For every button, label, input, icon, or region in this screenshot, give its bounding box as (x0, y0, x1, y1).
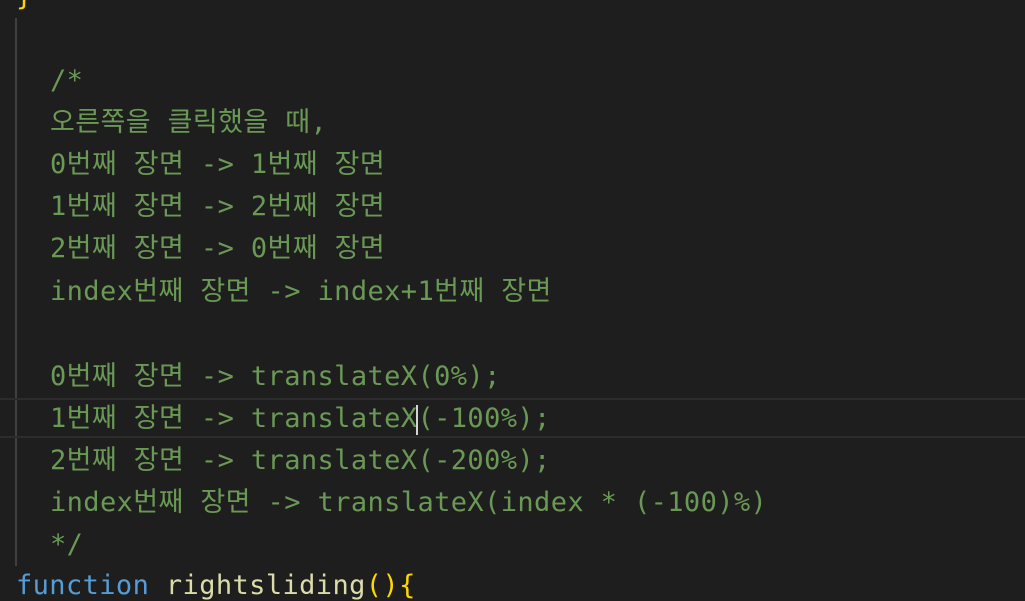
comment-close: */ (50, 529, 84, 560)
comment-line-8: 1번째 장면 -> translateX(-100%); (0, 398, 551, 440)
closing-brace: } (0, 0, 33, 18)
comment-line-8-before-cursor: 1번째 장면 -> translateX (50, 403, 418, 434)
comment-line-7: 0번째 장면 -> translateX(0%); (50, 361, 501, 392)
comment-open: /* (50, 65, 84, 96)
comment-line-10: index번째 장면 -> translateX(index * (-100)%… (50, 487, 768, 518)
function-parens: () (365, 570, 400, 601)
comment-line-4: 2번째 장면 -> 0번째 장면 (50, 233, 386, 264)
comment-line-9: 2번째 장면 -> translateX(-200%); (50, 445, 551, 476)
function-open-brace: { (399, 570, 416, 601)
function-declaration: function rightsliding(){ (0, 565, 416, 601)
code-editor[interactable]: } /* 오른쪽을 클릭했을 때, 0번째 장면 -> 1번째 장면 1번째 장… (0, 0, 1025, 601)
comment-line-8-after-cursor: (-100%); (417, 403, 551, 434)
function-name: rightsliding (165, 570, 366, 601)
comment-line-3: 1번째 장면 -> 2번째 장면 (50, 191, 386, 222)
comment-line-2: 0번째 장면 -> 1번째 장면 (50, 149, 386, 180)
comment-line-1: 오른쪽을 클릭했을 때, (50, 107, 328, 138)
comment-line-5: index번째 장면 -> index+1번째 장면 (50, 276, 552, 307)
function-keyword: function (16, 570, 150, 601)
